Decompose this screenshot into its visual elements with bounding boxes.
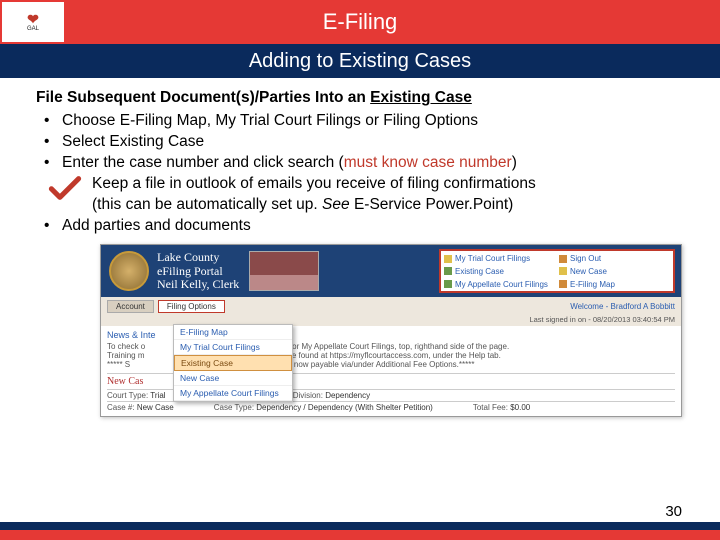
portal-header: Lake County eFiling Portal Neil Kelly, C…: [101, 245, 681, 297]
portal-l1: Lake County: [157, 251, 239, 265]
portal-l3: Neil Kelly, Clerk: [157, 278, 239, 292]
heading-text: File Subsequent Document(s)/Parties Into…: [36, 89, 370, 106]
sub2-pre: (this can be automatically set up.: [92, 196, 322, 213]
subtitle-bar: Adding to Existing Cases: [0, 44, 720, 78]
val-division: Dependency: [325, 391, 370, 400]
b3-post: ): [512, 154, 517, 171]
lbl-division: Division:: [293, 391, 323, 400]
body-t1: To check o: [107, 342, 145, 351]
lbl-case-type: Case Type:: [214, 403, 254, 412]
map-icon: [559, 280, 567, 288]
newcase-icon: [559, 267, 567, 275]
portal-screenshot: Lake County eFiling Portal Neil Kelly, C…: [100, 244, 682, 417]
val-court-type: Trial: [150, 391, 165, 400]
link-new-case[interactable]: New Case: [559, 265, 670, 278]
header-photo: [249, 251, 319, 291]
drop-efiling-map[interactable]: E-Filing Map: [174, 325, 292, 340]
footer-bar-blue: [0, 522, 720, 530]
tab-account[interactable]: Account: [107, 300, 154, 313]
body-t2b: ity are found at https://myflcourtaccess…: [275, 351, 501, 360]
footer-bar-red: [0, 530, 720, 540]
signout-icon: [559, 255, 567, 263]
lbl-case-num: Case #:: [107, 403, 135, 412]
slide-title: E-Filing: [323, 9, 398, 35]
b3-emphasis: must know case number: [344, 154, 512, 171]
content-area: File Subsequent Document(s)/Parties Into…: [0, 78, 720, 236]
title-bar: ❤ GAL E-Filing: [0, 0, 720, 44]
body-t1b: ings or My Appellate Court Filings, top,…: [275, 342, 509, 351]
checkmark-icon: [48, 174, 82, 202]
gal-logo: ❤ GAL: [2, 2, 64, 42]
bullet-list: Choose E-Filing Map, My Trial Court Fili…: [36, 111, 684, 174]
lbl-court-type: Court Type:: [107, 391, 148, 400]
tab-row: Account Filing Options Welcome - Bradfor…: [101, 297, 681, 315]
sub-bullet: Keep a file in outlook of emails you rec…: [36, 174, 684, 216]
case-icon: [444, 267, 452, 275]
page-number: 30: [665, 503, 682, 520]
body-t3b: is are now payable via/under Additional …: [272, 360, 474, 369]
val-case-num: New Case: [137, 403, 174, 412]
val-case-type: Dependency / Dependency (With Shelter Pe…: [256, 403, 433, 412]
portal-body: News & Inte E-Filing Map My Trial Court …: [101, 326, 681, 416]
sub2-em: See: [322, 196, 350, 213]
bullet-list-2: Add parties and documents: [36, 216, 684, 237]
heading-emphasis: Existing Case: [370, 89, 472, 106]
link-existing-case[interactable]: Existing Case: [444, 265, 555, 278]
tab-filing-options[interactable]: Filing Options: [158, 300, 225, 313]
body-t2: Training m: [107, 351, 145, 360]
slide-subtitle: Adding to Existing Cases: [249, 50, 471, 73]
logo-text: GAL: [27, 26, 39, 32]
doc-icon: [444, 255, 452, 263]
lbl-total-fee: Total Fee:: [473, 403, 508, 412]
link-appellate[interactable]: My Appellate Court Filings: [444, 278, 555, 291]
drop-existing-case[interactable]: Existing Case: [174, 355, 292, 371]
val-total-fee: $0.00: [510, 403, 530, 412]
county-seal-icon: [109, 251, 149, 291]
drop-new-case[interactable]: New Case: [174, 371, 292, 386]
body-t3: ***** S: [107, 360, 130, 369]
sub-line-2: (this can be automatically set up. See E…: [92, 195, 684, 216]
bullet-3: Enter the case number and click search (…: [44, 153, 684, 174]
case-fields-row2: Case #: New Case Case Type: Dependency /…: [107, 402, 675, 416]
b3-pre: Enter the case number and click search (: [62, 154, 344, 171]
filing-options-dropdown: E-Filing Map My Trial Court Filings Exis…: [173, 324, 293, 402]
link-trial-filings[interactable]: My Trial Court Filings: [444, 252, 555, 265]
bullet-2: Select Existing Case: [44, 132, 684, 153]
portal-l2: eFiling Portal: [157, 265, 239, 279]
portal-title: Lake County eFiling Portal Neil Kelly, C…: [157, 251, 239, 292]
welcome-text: Welcome - Bradford A Bobbitt: [570, 302, 675, 311]
link-map[interactable]: E-Filing Map: [559, 278, 670, 291]
quick-links-box: My Trial Court Filings Sign Out Existing…: [439, 249, 675, 293]
sub2-post: E-Service Power.Point): [350, 196, 514, 213]
bullet-1: Choose E-Filing Map, My Trial Court Fili…: [44, 111, 684, 132]
drop-trial-filings[interactable]: My Trial Court Filings: [174, 340, 292, 355]
drop-appellate[interactable]: My Appellate Court Filings: [174, 386, 292, 401]
bullet-4: Add parties and documents: [44, 216, 684, 237]
link-signout[interactable]: Sign Out: [559, 252, 670, 265]
logo-heart-icon: ❤: [27, 12, 39, 26]
appellate-icon: [444, 280, 452, 288]
section-heading: File Subsequent Document(s)/Parties Into…: [36, 88, 684, 109]
sub-line-1: Keep a file in outlook of emails you rec…: [92, 174, 684, 195]
